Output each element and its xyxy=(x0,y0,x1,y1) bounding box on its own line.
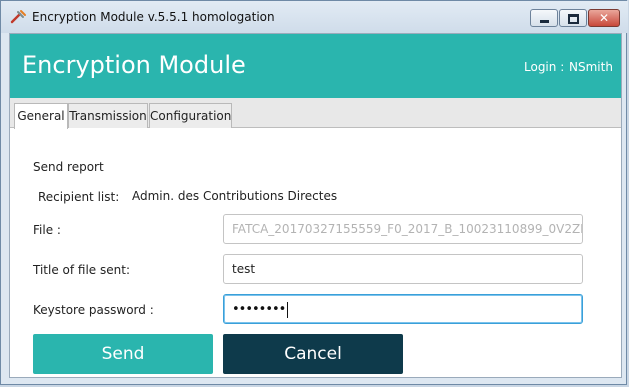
title-label: Title of file sent: xyxy=(33,263,130,277)
login-label: Login : xyxy=(524,60,565,74)
file-label: File : xyxy=(33,223,61,237)
page-title: Encryption Module xyxy=(22,51,246,79)
recipient-value: Admin. des Contributions Directes xyxy=(132,189,338,203)
minimize-button[interactable] xyxy=(530,9,558,27)
recipient-label: Recipient list: xyxy=(38,190,120,204)
title-bar[interactable]: Encryption Module v.5.5.1 homologation ✕ xyxy=(1,1,628,33)
window-controls: ✕ xyxy=(529,9,620,29)
maximize-button[interactable] xyxy=(559,9,587,27)
tab-transmission[interactable]: Transmission xyxy=(68,103,148,128)
password-input[interactable]: •••••••• xyxy=(223,294,583,324)
main-panel: Encryption Module Login : NSmith General… xyxy=(9,33,622,378)
app-header: Encryption Module Login : NSmith xyxy=(10,34,621,98)
maximize-icon xyxy=(568,14,579,24)
cancel-button[interactable]: Cancel xyxy=(223,334,403,374)
section-title: Send report xyxy=(33,160,104,174)
window-title: Encryption Module v.5.5.1 homologation xyxy=(32,10,275,24)
tools-icon xyxy=(9,9,27,25)
password-label: Keystore password : xyxy=(33,303,154,317)
app-window: Encryption Module v.5.5.1 homologation ✕… xyxy=(0,0,628,385)
minimize-icon xyxy=(540,20,549,23)
send-button[interactable]: Send xyxy=(33,334,213,374)
close-button[interactable]: ✕ xyxy=(588,9,620,27)
tab-bar: General Transmission Configuration xyxy=(10,98,621,129)
tab-general[interactable]: General xyxy=(14,103,68,129)
password-input-value: •••••••• xyxy=(232,302,286,317)
title-input[interactable]: test xyxy=(223,254,583,284)
login-username: NSmith xyxy=(569,60,613,74)
text-caret xyxy=(287,301,289,318)
title-input-value: test xyxy=(232,262,256,276)
file-field[interactable]: FATCA_20170327155559_F0_2017_B_100231108… xyxy=(223,214,583,244)
close-icon: ✕ xyxy=(598,11,610,25)
tab-configuration[interactable]: Configuration xyxy=(149,103,232,128)
